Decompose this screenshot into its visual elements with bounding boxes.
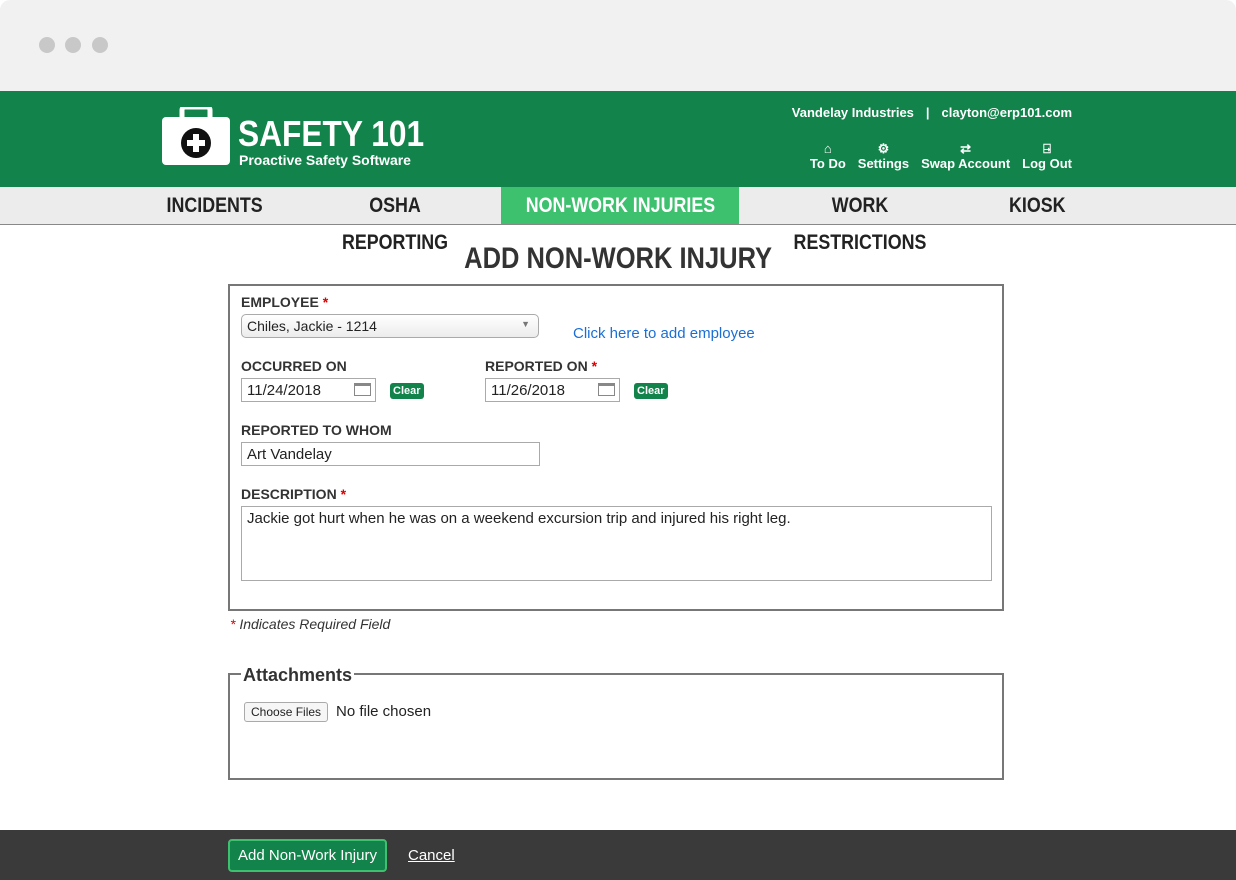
tab-incidents[interactable]: INCIDENTS <box>150 187 280 224</box>
gear-icon: ⚙ <box>877 141 890 156</box>
required-note: * Indicates Required Field <box>230 616 391 632</box>
chevron-down-icon: ▼ <box>521 319 530 329</box>
window-maximize-dot[interactable] <box>92 37 108 53</box>
home-icon: ⌂ <box>823 141 832 156</box>
reported-on-input[interactable]: 11/26/2018 <box>485 378 620 402</box>
account-info: Vandelay Industries | clayton@erp101.com <box>791 105 1072 120</box>
tab-osha-reporting[interactable]: OSHA REPORTING <box>300 187 490 254</box>
brand-tagline: Proactive Safety Software <box>239 152 411 168</box>
calendar-icon[interactable] <box>598 383 615 396</box>
clear-occurred-button[interactable]: Clear <box>390 383 424 399</box>
todo-label: To Do <box>809 156 846 171</box>
todo-link[interactable]: ⌂ To Do <box>810 141 846 171</box>
swap-icon: ⇄ <box>960 141 972 156</box>
calendar-icon[interactable] <box>354 383 371 396</box>
header: SAFETY 101 Proactive Safety Software Van… <box>0 91 1236 187</box>
footer-bar: Add Non-Work Injury Cancel <box>0 830 1236 880</box>
logout-label: Log Out <box>1022 156 1072 171</box>
choose-files-button[interactable]: Choose Files <box>244 702 329 722</box>
tab-non-work-injuries[interactable]: NON-WORK INJURIES <box>501 187 739 224</box>
employee-select[interactable]: Chiles, Jackie - 1214 ▼ <box>241 314 539 338</box>
logout-link[interactable]: ⍈ Log Out <box>1022 141 1072 171</box>
occurred-on-label: OCCURRED ON <box>241 358 347 374</box>
attachments-fieldset <box>228 673 1004 780</box>
swap-account-label: Swap Account <box>921 156 1011 171</box>
window-chrome <box>0 0 1236 91</box>
attachments-title: Attachments <box>241 665 355 686</box>
user-email[interactable]: clayton@erp101.com <box>942 105 1072 120</box>
settings-label: Settings <box>857 156 910 171</box>
add-non-work-injury-button[interactable]: Add Non-Work Injury <box>228 839 387 872</box>
description-textarea[interactable]: Jackie got hurt when he was on a weekend… <box>241 506 992 581</box>
occurred-on-input[interactable]: 11/24/2018 <box>241 378 376 402</box>
reported-on-label: REPORTED ON * <box>485 358 598 374</box>
brand-name: SAFETY 101 <box>238 113 425 154</box>
page-title: ADD NON-WORK INJURY <box>464 242 772 275</box>
file-status: No file chosen <box>336 703 432 720</box>
tab-kiosk[interactable]: KIOSK <box>990 187 1085 224</box>
injury-form: EMPLOYEE * Chiles, Jackie - 1214 ▼ Click … <box>228 284 1004 611</box>
swap-account-link[interactable]: ⇄ Swap Account <box>921 141 1010 171</box>
description-label: DESCRIPTION * <box>241 486 347 502</box>
window-minimize-dot[interactable] <box>65 37 81 53</box>
company-name: Vandelay Industries <box>791 105 914 120</box>
cancel-link[interactable]: Cancel <box>408 847 455 864</box>
employee-label: EMPLOYEE * <box>241 294 329 310</box>
settings-link[interactable]: ⚙ Settings <box>858 141 909 171</box>
tab-work-restrictions[interactable]: WORK RESTRICTIONS <box>755 187 965 254</box>
window-close-dot[interactable] <box>39 37 55 53</box>
first-aid-kit-logo-icon[interactable] <box>162 104 230 165</box>
add-employee-link[interactable]: Click here to add employee <box>573 325 755 342</box>
reported-to-whom-label: REPORTED TO WHOM <box>241 422 392 438</box>
logout-icon: ⍈ <box>1043 141 1051 156</box>
clear-reported-button[interactable]: Clear <box>634 383 668 399</box>
reported-to-whom-input[interactable]: Art Vandelay <box>241 442 540 466</box>
main-nav: INCIDENTS OSHA REPORTING NON-WORK INJURI… <box>0 187 1236 254</box>
